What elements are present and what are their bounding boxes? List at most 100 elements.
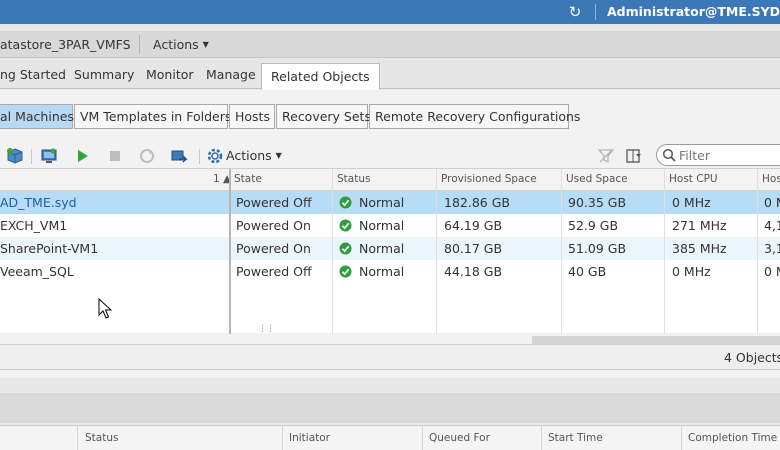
- power-off-icon[interactable]: [106, 147, 124, 165]
- column-header-completion-time[interactable]: Completion Time: [688, 432, 777, 444]
- gear-icon: [207, 148, 223, 164]
- column-divider: [77, 426, 78, 450]
- column-divider: [561, 169, 562, 334]
- table-row[interactable]: SharePoint-VM1 Powered On Normal 80.17 G…: [0, 237, 780, 260]
- export-icon[interactable]: [625, 147, 643, 165]
- refresh-icon[interactable]: ↻: [566, 3, 584, 21]
- subtab-virtual-machines[interactable]: al Machines: [0, 104, 74, 129]
- subtab-remote-recovery-configurations[interactable]: Remote Recovery Configurations: [369, 104, 580, 129]
- title-divider: [139, 35, 140, 54]
- column-header-task-status[interactable]: Status: [85, 432, 118, 444]
- vm-host-mem: 4,1: [764, 218, 780, 233]
- column-divider: [282, 426, 283, 450]
- status-ok-icon: [339, 196, 352, 209]
- vm-host-cpu: 271 MHz: [672, 218, 727, 233]
- column-resize-grip[interactable]: ⋮⋮: [258, 324, 275, 334]
- column-header-status[interactable]: Status: [337, 173, 370, 185]
- vm-state: Powered On: [236, 241, 311, 256]
- column-divider: [541, 426, 542, 450]
- vm-provisioned-space: 80.17 GB: [444, 241, 503, 256]
- frozen-column-divider[interactable]: [229, 169, 231, 334]
- toolbar-divider: [31, 149, 32, 164]
- object-actions-menu[interactable]: Actions ▼: [153, 37, 209, 52]
- grid-footer: 4 Objects: [0, 344, 780, 370]
- tab-getting-started[interactable]: ng Started: [0, 67, 66, 82]
- column-header-initiator[interactable]: Initiator: [289, 432, 330, 444]
- vm-state: Powered On: [236, 218, 311, 233]
- vm-used-space: 51.09 GB: [568, 241, 627, 256]
- tab-monitor[interactable]: Monitor: [146, 67, 194, 82]
- tab-related-objects[interactable]: Related Objects: [261, 63, 380, 90]
- subtab-recovery-sets[interactable]: Recovery Sets: [276, 104, 371, 129]
- vm-name-link[interactable]: Veeam_SQL: [0, 264, 74, 279]
- related-objects-panel: al Machines VM Templates in Folders Host…: [0, 90, 780, 378]
- vm-host-cpu: 385 MHz: [672, 241, 727, 256]
- tab-manage[interactable]: Manage: [206, 67, 256, 82]
- subtab-vm-templates[interactable]: VM Templates in Folders: [74, 104, 231, 129]
- vm-status: Normal: [359, 218, 405, 233]
- subtab-hosts[interactable]: Hosts: [229, 104, 275, 129]
- vm-status: Normal: [359, 264, 405, 279]
- vm-grid: 1 ▲ State Status Provisioned Space Used …: [0, 168, 780, 334]
- status-ok-icon: [339, 242, 352, 255]
- vm-used-space: 52.9 GB: [568, 218, 619, 233]
- migrate-icon[interactable]: [170, 147, 188, 165]
- horizontal-scrollbar[interactable]: [532, 336, 780, 344]
- vm-status: Normal: [359, 241, 405, 256]
- header-divider: [595, 4, 596, 20]
- vm-host-mem: 3,1: [764, 241, 780, 256]
- toolbar-divider: [199, 149, 200, 164]
- vm-status: Normal: [359, 195, 405, 210]
- column-header-queued-for[interactable]: Queued For: [429, 432, 490, 444]
- grid-header: 1 ▲ State Status Provisioned Space Used …: [0, 169, 780, 191]
- refresh-disabled-icon[interactable]: [138, 147, 156, 165]
- table-row[interactable]: Veeam_SQL Powered Off Normal 44.18 GB 40…: [0, 260, 780, 283]
- status-ok-icon: [339, 265, 352, 278]
- object-actions-label: Actions: [153, 37, 199, 52]
- vm-name-link[interactable]: EXCH_VM1: [0, 218, 67, 233]
- clear-filter-icon[interactable]: [597, 147, 615, 165]
- table-row[interactable]: EXCH_VM1 Powered On Normal 64.19 GB 52.9…: [0, 214, 780, 237]
- grid-actions-menu[interactable]: Actions ▼: [226, 148, 282, 163]
- recent-tasks-band: [0, 393, 780, 423]
- vm-host-mem: 0 M: [764, 264, 780, 279]
- vm-used-space: 90.35 GB: [568, 195, 627, 210]
- vm-host-cpu: 0 MHz: [672, 195, 711, 210]
- vm-provisioned-space: 182.86 GB: [444, 195, 510, 210]
- tab-summary[interactable]: Summary: [74, 67, 134, 82]
- vm-used-space: 40 GB: [568, 264, 607, 279]
- vm-state: Powered Off: [236, 264, 312, 279]
- object-count: 4 Objects: [724, 350, 780, 365]
- search-icon: [662, 148, 676, 162]
- vm-provisioned-space: 64.19 GB: [444, 218, 503, 233]
- column-header-state[interactable]: State: [234, 173, 262, 185]
- filter-search-box[interactable]: [656, 144, 780, 166]
- table-row[interactable]: AD_TME.syd Powered Off Normal 182.86 GB …: [0, 191, 780, 214]
- column-header-used-space[interactable]: Used Space: [566, 173, 628, 185]
- new-vm-icon[interactable]: [6, 147, 24, 165]
- column-divider: [436, 169, 437, 334]
- vm-name-link[interactable]: AD_TME.syd: [0, 195, 77, 210]
- power-on-icon[interactable]: [73, 147, 91, 165]
- console-icon[interactable]: [40, 147, 58, 165]
- column-divider: [332, 169, 333, 334]
- column-divider: [664, 169, 665, 334]
- column-divider: [681, 426, 682, 450]
- column-header-host-mem[interactable]: Hos: [762, 173, 780, 185]
- column-header-provisioned-space[interactable]: Provisioned Space: [441, 173, 537, 185]
- filter-input[interactable]: [679, 147, 779, 163]
- column-header-start-time[interactable]: Start Time: [548, 432, 603, 444]
- vm-host-cpu: 0 MHz: [672, 264, 711, 279]
- main-tab-bar: ng Started Summary Monitor Manage Relate…: [0, 60, 780, 90]
- status-ok-icon: [339, 219, 352, 232]
- column-divider: [757, 169, 758, 334]
- object-title: atastore_3PAR_VMFS: [0, 37, 131, 52]
- grid-toolbar: Actions ▼: [0, 144, 780, 168]
- user-menu[interactable]: Administrator@TME.SYD: [607, 4, 780, 19]
- mouse-cursor-icon: [98, 298, 112, 319]
- column-header-host-cpu[interactable]: Host CPU: [669, 173, 718, 185]
- chevron-down-icon: ▼: [275, 151, 282, 160]
- vm-name-link[interactable]: SharePoint-VM1: [0, 241, 98, 256]
- vm-host-mem: 0 M: [764, 195, 780, 210]
- chevron-down-icon: ▼: [202, 40, 209, 49]
